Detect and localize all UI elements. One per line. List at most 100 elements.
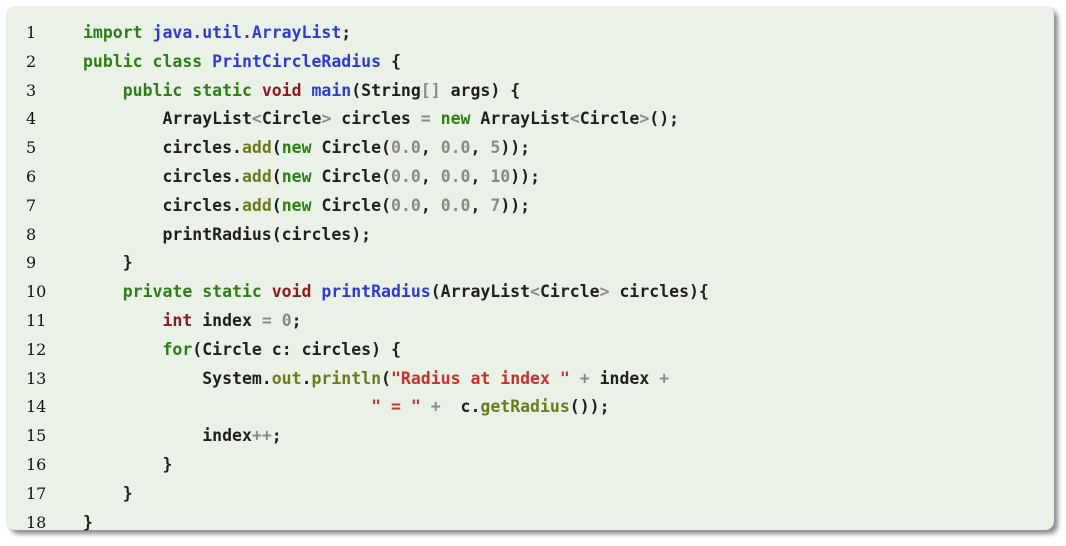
code-line: 3 public static void main(String[] args)… [6,77,1054,106]
code-line: 17 } [6,480,1054,509]
code-token: . [301,368,312,388]
code-token: , [420,138,441,158]
code-token: )); [500,195,531,215]
code-token: < [251,109,262,129]
code-text: import java.util.ArrayList; [83,19,351,48]
code-token: ( [271,138,282,158]
code-token: = [261,310,272,330]
code-token: ( [271,166,282,186]
code-token: 0.0 [391,195,421,215]
line-number: 10 [26,282,47,302]
code-token: ; [271,426,282,446]
code-token: + [659,368,670,388]
line-number: 11 [26,310,47,330]
code-text: } [83,249,133,278]
code-token: println [311,368,382,388]
code-token: index [589,368,660,388]
code-text: circles.add(new Circle(0.0, 0.0, 7)); [83,192,530,221]
code-token: add [241,138,272,158]
line-number: 8 [26,224,37,244]
code-token: > [599,282,610,302]
code-token: 5 [490,138,501,158]
code-token: { [381,51,401,71]
code-token: main [311,80,352,100]
code-token: void [261,80,312,100]
line-number: 1 [26,23,37,42]
code-token: new [281,138,312,158]
code-token: public static [83,80,262,100]
code-token: for [162,339,193,359]
code-text: private static void printRadius(ArrayLis… [83,278,709,307]
code-line: 14 " = " + c.getRadius()); [6,393,1054,422]
code-token: "Radius at index " [390,368,570,388]
code-token: Circle( [311,195,391,215]
code-listing-box: 1 import java.util.ArrayList; 2 public clas… [6,6,1054,532]
code-text: } [83,451,172,480]
code-line: 6 circles.add(new Circle(0.0, 0.0, 10)); [6,163,1054,192]
code-token: , [470,195,491,215]
code-token: circles [331,109,421,129]
code-token: )); [510,166,541,186]
code-token: 7 [490,195,501,215]
code-token: private static [83,282,272,302]
line-number: 3 [26,80,37,100]
code-token: 0.0 [440,138,471,158]
code-token: + [579,368,590,388]
code-text: int index = 0; [83,307,302,336]
code-token: circles. [83,138,242,158]
code-line: 10 private static void printRadius(Array… [6,278,1054,307]
code-token: index [192,310,262,330]
code-text: ArrayList<Circle> circles = new ArrayLis… [83,105,679,134]
code-token: (Circle c: circles) { [192,339,401,359]
code-token: ArrayList [83,109,252,129]
code-token: out [271,368,302,388]
line-number: 2 [26,51,37,71]
code-token: import [83,23,153,42]
code-token: new [440,109,471,129]
code-token: (); [649,109,680,129]
code-token: Circle [579,109,640,129]
code-text: circles.add(new Circle(0.0, 0.0, 5)); [83,134,530,163]
code-token: " = " [371,397,421,417]
code-line: 18} [6,509,1054,538]
code-line: 16 } [6,451,1054,480]
line-number: 15 [26,426,47,446]
code-text: index++; [83,422,282,451]
code-line: 13 System.out.println("Radius at index "… [6,365,1054,394]
code-text: public class PrintCircleRadius { [83,48,401,77]
code-token: > [321,109,332,129]
line-number: 6 [26,166,37,186]
code-token: circles){ [609,282,709,302]
code-text: System.out.println("Radius at index " + … [83,365,669,394]
code-token: 0.0 [440,166,471,186]
line-number: 7 [26,195,37,215]
code-token: (String [351,80,421,100]
line-number: 4 [26,109,37,129]
code-token: , [420,166,441,186]
code-token: ( [271,195,282,215]
code-token: public class [83,51,213,71]
code-token: ; [291,310,302,330]
code-token: ++ [251,426,272,446]
code-line: 1 import java.util.ArrayList; [6,19,1054,48]
code-token: 10 [490,166,511,186]
code-token: printRadius [321,282,431,302]
code-token: index [83,426,252,446]
code-token: Circle [539,282,600,302]
code-token: System. [83,368,272,388]
line-number: 14 [26,397,47,417]
code-line: 2 public class PrintCircleRadius { [6,48,1054,77]
line-number: 16 [26,454,47,474]
code-token: , [470,166,491,186]
code-token: ; [341,23,352,42]
code-line: 5 circles.add(new Circle(0.0, 0.0, 5)); [6,134,1054,163]
code-token: + [430,397,441,417]
code-token: new [281,195,312,215]
code-token: Circle( [311,166,391,186]
code-token: new [281,166,312,186]
